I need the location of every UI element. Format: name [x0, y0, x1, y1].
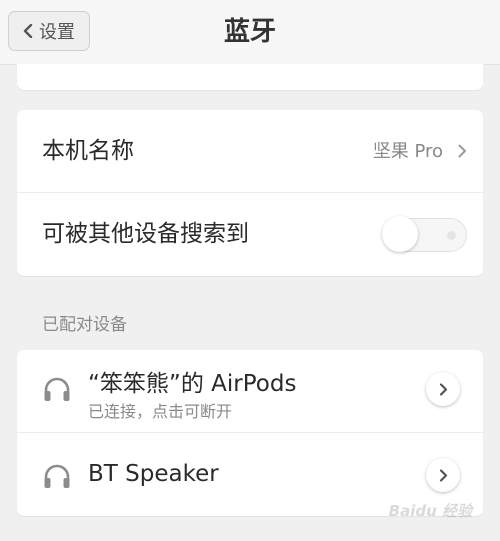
- back-button-label: 设置: [39, 22, 75, 43]
- discoverable-label: 可被其他设备搜索到: [42, 221, 249, 247]
- paired-devices-section-title: 已配对设备: [42, 315, 127, 335]
- device-status: 已连接，点击可断开: [88, 402, 233, 421]
- paired-device-row[interactable]: “笨笨熊”的 AirPods 已连接，点击可断开: [17, 350, 483, 433]
- toggle-knob[interactable]: [382, 216, 418, 252]
- device-detail-button[interactable]: [426, 458, 460, 492]
- device-name: BT Speaker: [88, 461, 219, 487]
- toggle-off-indicator: [447, 231, 456, 240]
- chevron-left-icon: [23, 24, 33, 38]
- chevron-right-icon: [439, 382, 447, 396]
- paired-devices-card: “笨笨熊”的 AirPods 已连接，点击可断开 BT Speaker: [17, 350, 483, 516]
- device-name-label: 本机名称: [42, 138, 134, 164]
- baidu-watermark: Baidu 经验: [388, 502, 472, 520]
- chevron-right-icon: [439, 468, 447, 482]
- device-name: “笨笨熊”的 AirPods: [88, 371, 297, 397]
- discoverable-row: 可被其他设备搜索到: [17, 193, 483, 276]
- device-name-value: 坚果 Pro: [372, 141, 443, 162]
- device-name-row[interactable]: 本机名称 坚果 Pro: [17, 110, 483, 193]
- back-button[interactable]: 设置: [8, 11, 90, 51]
- nav-bar: 蓝牙 设置: [0, 0, 500, 65]
- bluetooth-toggle-card-remnant: [17, 64, 483, 90]
- headphones-icon: [44, 464, 70, 488]
- discoverable-toggle[interactable]: [382, 216, 467, 252]
- chevron-right-icon: [458, 144, 466, 158]
- device-detail-button[interactable]: [426, 372, 460, 406]
- headphones-icon: [44, 377, 70, 401]
- bluetooth-settings-card: 本机名称 坚果 Pro 可被其他设备搜索到: [17, 110, 483, 276]
